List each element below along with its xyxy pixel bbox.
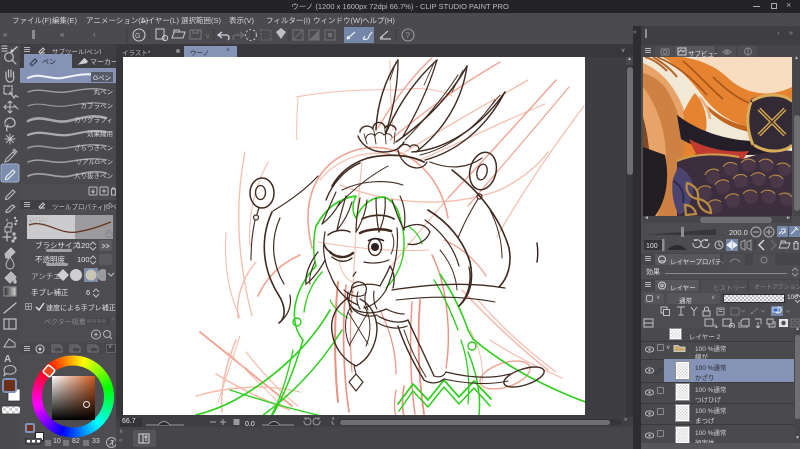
svg-text:100: 100 xyxy=(646,243,658,250)
svg-text:«: « xyxy=(3,30,8,39)
svg-text:?: ? xyxy=(406,31,411,40)
svg-text:G: G xyxy=(135,33,140,40)
svg-text:∨: ∨ xyxy=(205,33,210,40)
svg-text:A: A xyxy=(4,354,11,365)
svg-text:«: « xyxy=(60,30,65,39)
svg-text:‹: ‹ xyxy=(93,30,96,39)
svg-text:200.0: 200.0 xyxy=(729,228,748,237)
